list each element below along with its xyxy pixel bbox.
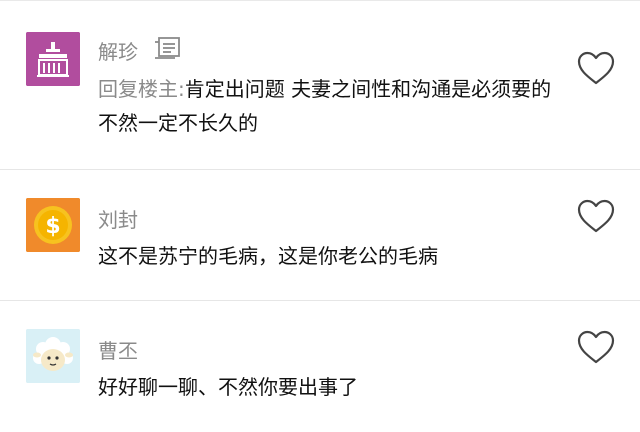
- comment-item: 解珍 回复楼主:肯定出问题 夫妻之间性和沟通是必须要的 不然一定不长久的: [0, 0, 640, 170]
- like-button[interactable]: [575, 328, 617, 366]
- dollar-coin-icon: $: [26, 198, 80, 252]
- username[interactable]: 解珍: [98, 36, 138, 65]
- note-icon: [154, 36, 182, 60]
- heart-icon: [577, 330, 615, 364]
- like-button[interactable]: [575, 197, 617, 235]
- comment-item: $ 刘封 这不是苏宁的毛病，这是你老公的毛病: [0, 170, 640, 301]
- building-icon: [26, 32, 80, 86]
- reply-prefix: 回复楼主:: [98, 77, 185, 101]
- svg-text:$: $: [45, 214, 60, 239]
- heart-icon: [577, 199, 615, 233]
- avatar[interactable]: [26, 329, 80, 383]
- comment-item: 曹丕 好好聊一聊、不然你要出事了: [0, 301, 640, 432]
- avatar[interactable]: $: [26, 198, 80, 252]
- like-button[interactable]: [575, 49, 617, 87]
- comment-text: 回复楼主:肯定出问题 夫妻之间性和沟通是必须要的 不然一定不长久的: [98, 72, 568, 140]
- comment-text: 这不是苏宁的毛病，这是你老公的毛病: [98, 244, 438, 268]
- sheep-icon: [26, 329, 80, 383]
- avatar[interactable]: [26, 32, 80, 86]
- username[interactable]: 曹丕: [98, 335, 138, 364]
- comment-text: 好好聊一聊、不然你要出事了: [98, 375, 358, 399]
- username[interactable]: 刘封: [98, 204, 138, 233]
- heart-icon: [577, 51, 615, 85]
